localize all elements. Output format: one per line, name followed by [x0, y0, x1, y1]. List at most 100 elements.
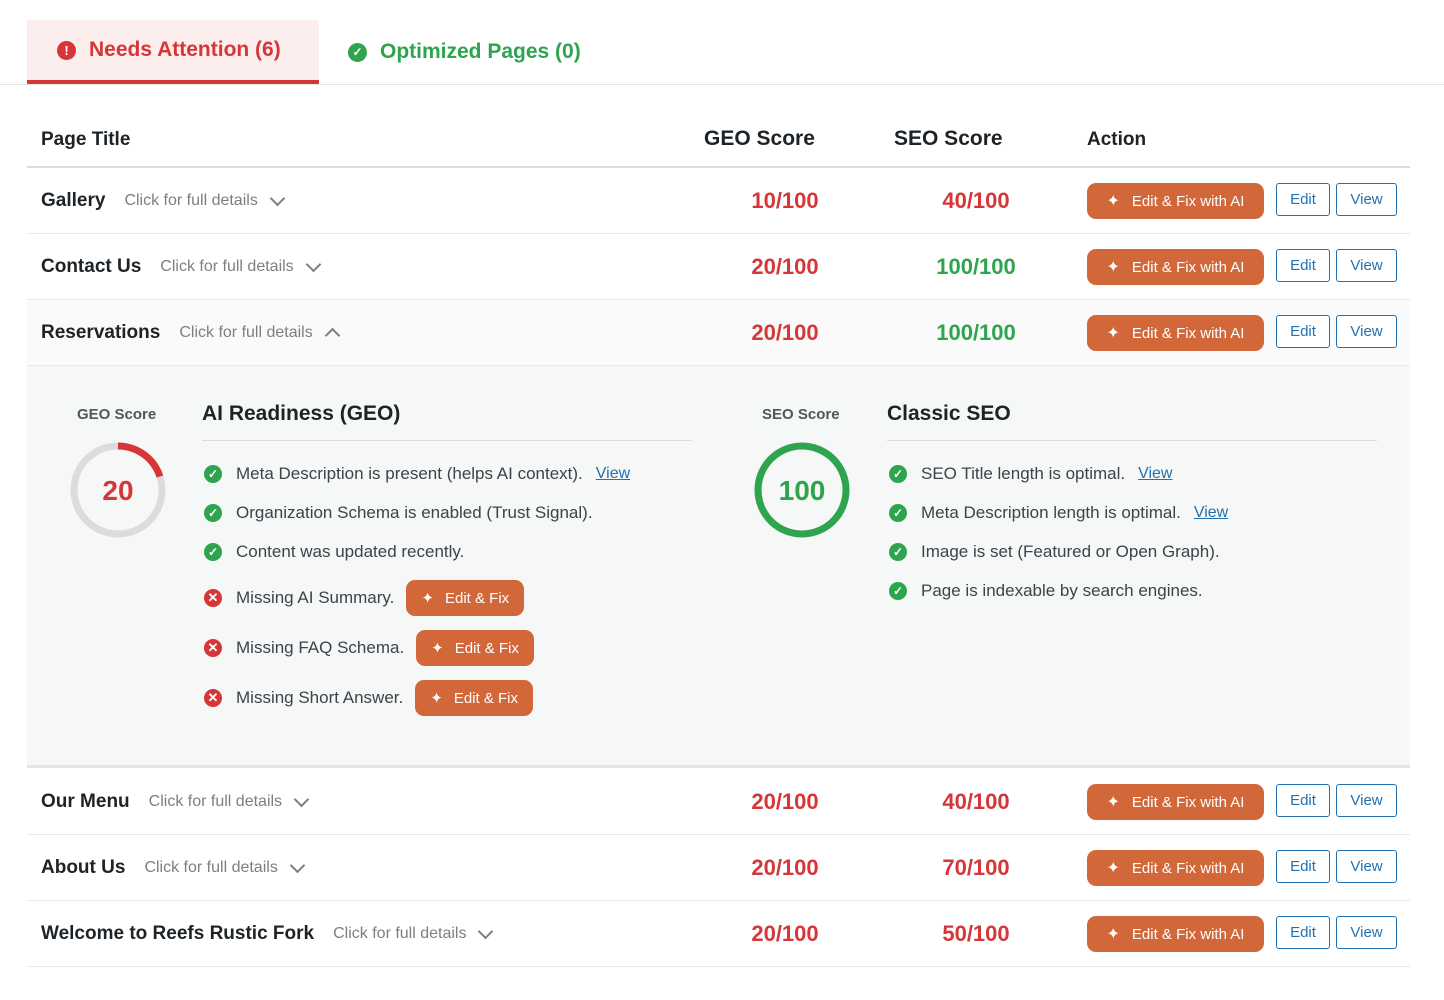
- geo-score: 20/100: [751, 320, 819, 345]
- seo-section-title: Classic SEO: [887, 402, 1011, 425]
- edit-fix-ai-button[interactable]: ✦ Edit & Fix with AI: [1087, 850, 1264, 886]
- button-label: Edit & Fix with AI: [1131, 859, 1245, 877]
- exclamation-circle-icon: !: [57, 40, 76, 60]
- error-circle-icon: ✕: [204, 589, 222, 607]
- details-toggle[interactable]: Click for full details: [160, 256, 321, 276]
- view-button[interactable]: View: [1336, 315, 1397, 348]
- table-row: About Us Click for full details 20/100 7…: [27, 835, 1410, 901]
- edit-button[interactable]: Edit: [1276, 315, 1330, 348]
- edit-button[interactable]: Edit: [1276, 850, 1330, 883]
- check-circle-icon: ✓: [889, 582, 907, 600]
- button-label: Edit & Fix with AI: [1131, 192, 1245, 210]
- details-panel: GEO Score 20 AI Readiness (GEO) ✓ Meta D…: [27, 366, 1410, 768]
- divider: [887, 440, 1377, 441]
- view-link[interactable]: View: [596, 465, 630, 483]
- view-button[interactable]: View: [1336, 183, 1397, 216]
- check-text: Missing AI Summary.: [236, 588, 395, 607]
- details-label: Click for full details: [179, 324, 313, 341]
- details-toggle[interactable]: Click for full details: [144, 857, 306, 877]
- error-circle-icon: ✕: [204, 689, 222, 707]
- check-circle-icon: ✓: [204, 465, 222, 483]
- edit-fix-ai-button[interactable]: ✦ Edit & Fix with AI: [1087, 249, 1264, 285]
- view-button[interactable]: View: [1336, 916, 1397, 949]
- check-item: ✓ Content was updated recently.: [204, 542, 464, 562]
- geo-score: 20/100: [751, 855, 819, 880]
- page-title: Gallery: [41, 190, 106, 211]
- chevron-down-icon: [269, 190, 286, 206]
- check-item: ✓ Page is indexable by search engines.: [889, 581, 1203, 601]
- header-geo-score: GEO Score: [704, 127, 815, 150]
- table-header: Page Title GEO Score SEO Score Action: [27, 113, 1410, 168]
- edit-fix-ai-button[interactable]: ✦ Edit & Fix with AI: [1087, 916, 1264, 952]
- edit-fix-button[interactable]: ✦ Edit & Fix: [406, 580, 525, 616]
- view-link[interactable]: View: [1194, 504, 1228, 522]
- error-circle-icon: ✕: [204, 639, 222, 657]
- header-action: Action: [1087, 129, 1147, 150]
- page-title: Welcome to Reefs Rustic Fork: [41, 923, 315, 944]
- view-button[interactable]: View: [1336, 249, 1397, 282]
- chevron-down-icon: [293, 791, 310, 807]
- sparkle-icon: ✦: [1106, 860, 1120, 877]
- tab-optimized-pages[interactable]: ✓ Optimized Pages (0): [320, 20, 620, 84]
- header-seo-score: SEO Score: [894, 127, 1003, 150]
- seo-score-gauge: 100: [754, 442, 850, 538]
- tab-needs-attention[interactable]: ! Needs Attention (6): [27, 20, 319, 84]
- check-text: Meta Description is present (helps AI co…: [236, 464, 583, 483]
- check-item: ✓ Organization Schema is enabled (Trust …: [204, 503, 593, 523]
- edit-fix-ai-button[interactable]: ✦ Edit & Fix with AI: [1087, 315, 1264, 351]
- row-title-cell: Contact Us Click for full details: [41, 234, 321, 300]
- row-title-cell: About Us Click for full details: [41, 835, 306, 901]
- check-text: Missing FAQ Schema.: [236, 638, 405, 657]
- page-title: Contact Us: [41, 256, 142, 277]
- button-label: Edit & Fix with AI: [1131, 258, 1245, 276]
- button-label: Edit & Fix: [454, 639, 519, 657]
- sparkle-icon: ✦: [1106, 794, 1120, 811]
- check-text: Page is indexable by search engines.: [921, 581, 1203, 600]
- sparkle-icon: ✦: [1106, 325, 1120, 342]
- edit-button[interactable]: Edit: [1276, 784, 1330, 817]
- check-circle-icon: ✓: [889, 504, 907, 522]
- view-button[interactable]: View: [1336, 784, 1397, 817]
- page-title: Reservations: [41, 322, 161, 343]
- check-item: ✓ Image is set (Featured or Open Graph).: [889, 542, 1220, 562]
- row-title-cell: Reservations Click for full details: [41, 300, 340, 366]
- chevron-down-icon: [289, 857, 306, 873]
- geo-section-title: AI Readiness (GEO): [202, 402, 401, 425]
- edit-fix-ai-button[interactable]: ✦ Edit & Fix with AI: [1087, 183, 1264, 219]
- check-text: Organization Schema is enabled (Trust Si…: [236, 503, 593, 522]
- sparkle-icon: ✦: [430, 690, 443, 707]
- details-toggle[interactable]: Click for full details: [179, 324, 340, 344]
- edit-button[interactable]: Edit: [1276, 916, 1330, 949]
- edit-fix-button[interactable]: ✦ Edit & Fix: [415, 680, 534, 716]
- details-label: Click for full details: [148, 793, 283, 810]
- check-item: ✓ SEO Title length is optimal. View: [889, 464, 1172, 484]
- view-button[interactable]: View: [1336, 850, 1397, 883]
- row-title-cell: Gallery Click for full details: [41, 168, 286, 234]
- tab-label: Needs Attention (6): [89, 38, 281, 61]
- edit-button[interactable]: Edit: [1276, 183, 1330, 216]
- details-toggle[interactable]: Click for full details: [333, 923, 494, 943]
- table-row: Contact Us Click for full details 20/100…: [27, 234, 1410, 300]
- seo-score: 40/100: [942, 789, 1010, 814]
- geo-score: 20/100: [751, 921, 819, 946]
- header-page-title: Page Title: [41, 129, 131, 150]
- check-circle-icon: ✓: [204, 543, 222, 561]
- seo-score: 50/100: [942, 921, 1010, 946]
- seo-score-label: SEO Score: [762, 406, 840, 423]
- geo-score-label: GEO Score: [77, 406, 157, 423]
- check-item: ✕ Missing FAQ Schema. ✦ Edit & Fix: [204, 630, 534, 666]
- check-item: ✕ Missing AI Summary. ✦ Edit & Fix: [204, 580, 525, 616]
- details-toggle[interactable]: Click for full details: [148, 791, 310, 811]
- tab-bar: ! Needs Attention (6) ✓ Optimized Pages …: [0, 0, 1444, 85]
- button-label: Edit & Fix: [453, 689, 519, 707]
- edit-button[interactable]: Edit: [1276, 249, 1330, 282]
- details-label: Click for full details: [124, 192, 258, 209]
- check-text: Image is set (Featured or Open Graph).: [921, 542, 1220, 561]
- edit-fix-button[interactable]: ✦ Edit & Fix: [416, 630, 534, 666]
- table-row: Gallery Click for full details 10/100 40…: [27, 168, 1410, 234]
- edit-fix-ai-button[interactable]: ✦ Edit & Fix with AI: [1087, 784, 1264, 820]
- view-link[interactable]: View: [1138, 465, 1172, 483]
- details-toggle[interactable]: Click for full details: [124, 190, 286, 210]
- details-label: Click for full details: [333, 925, 467, 942]
- details-label: Click for full details: [160, 258, 294, 275]
